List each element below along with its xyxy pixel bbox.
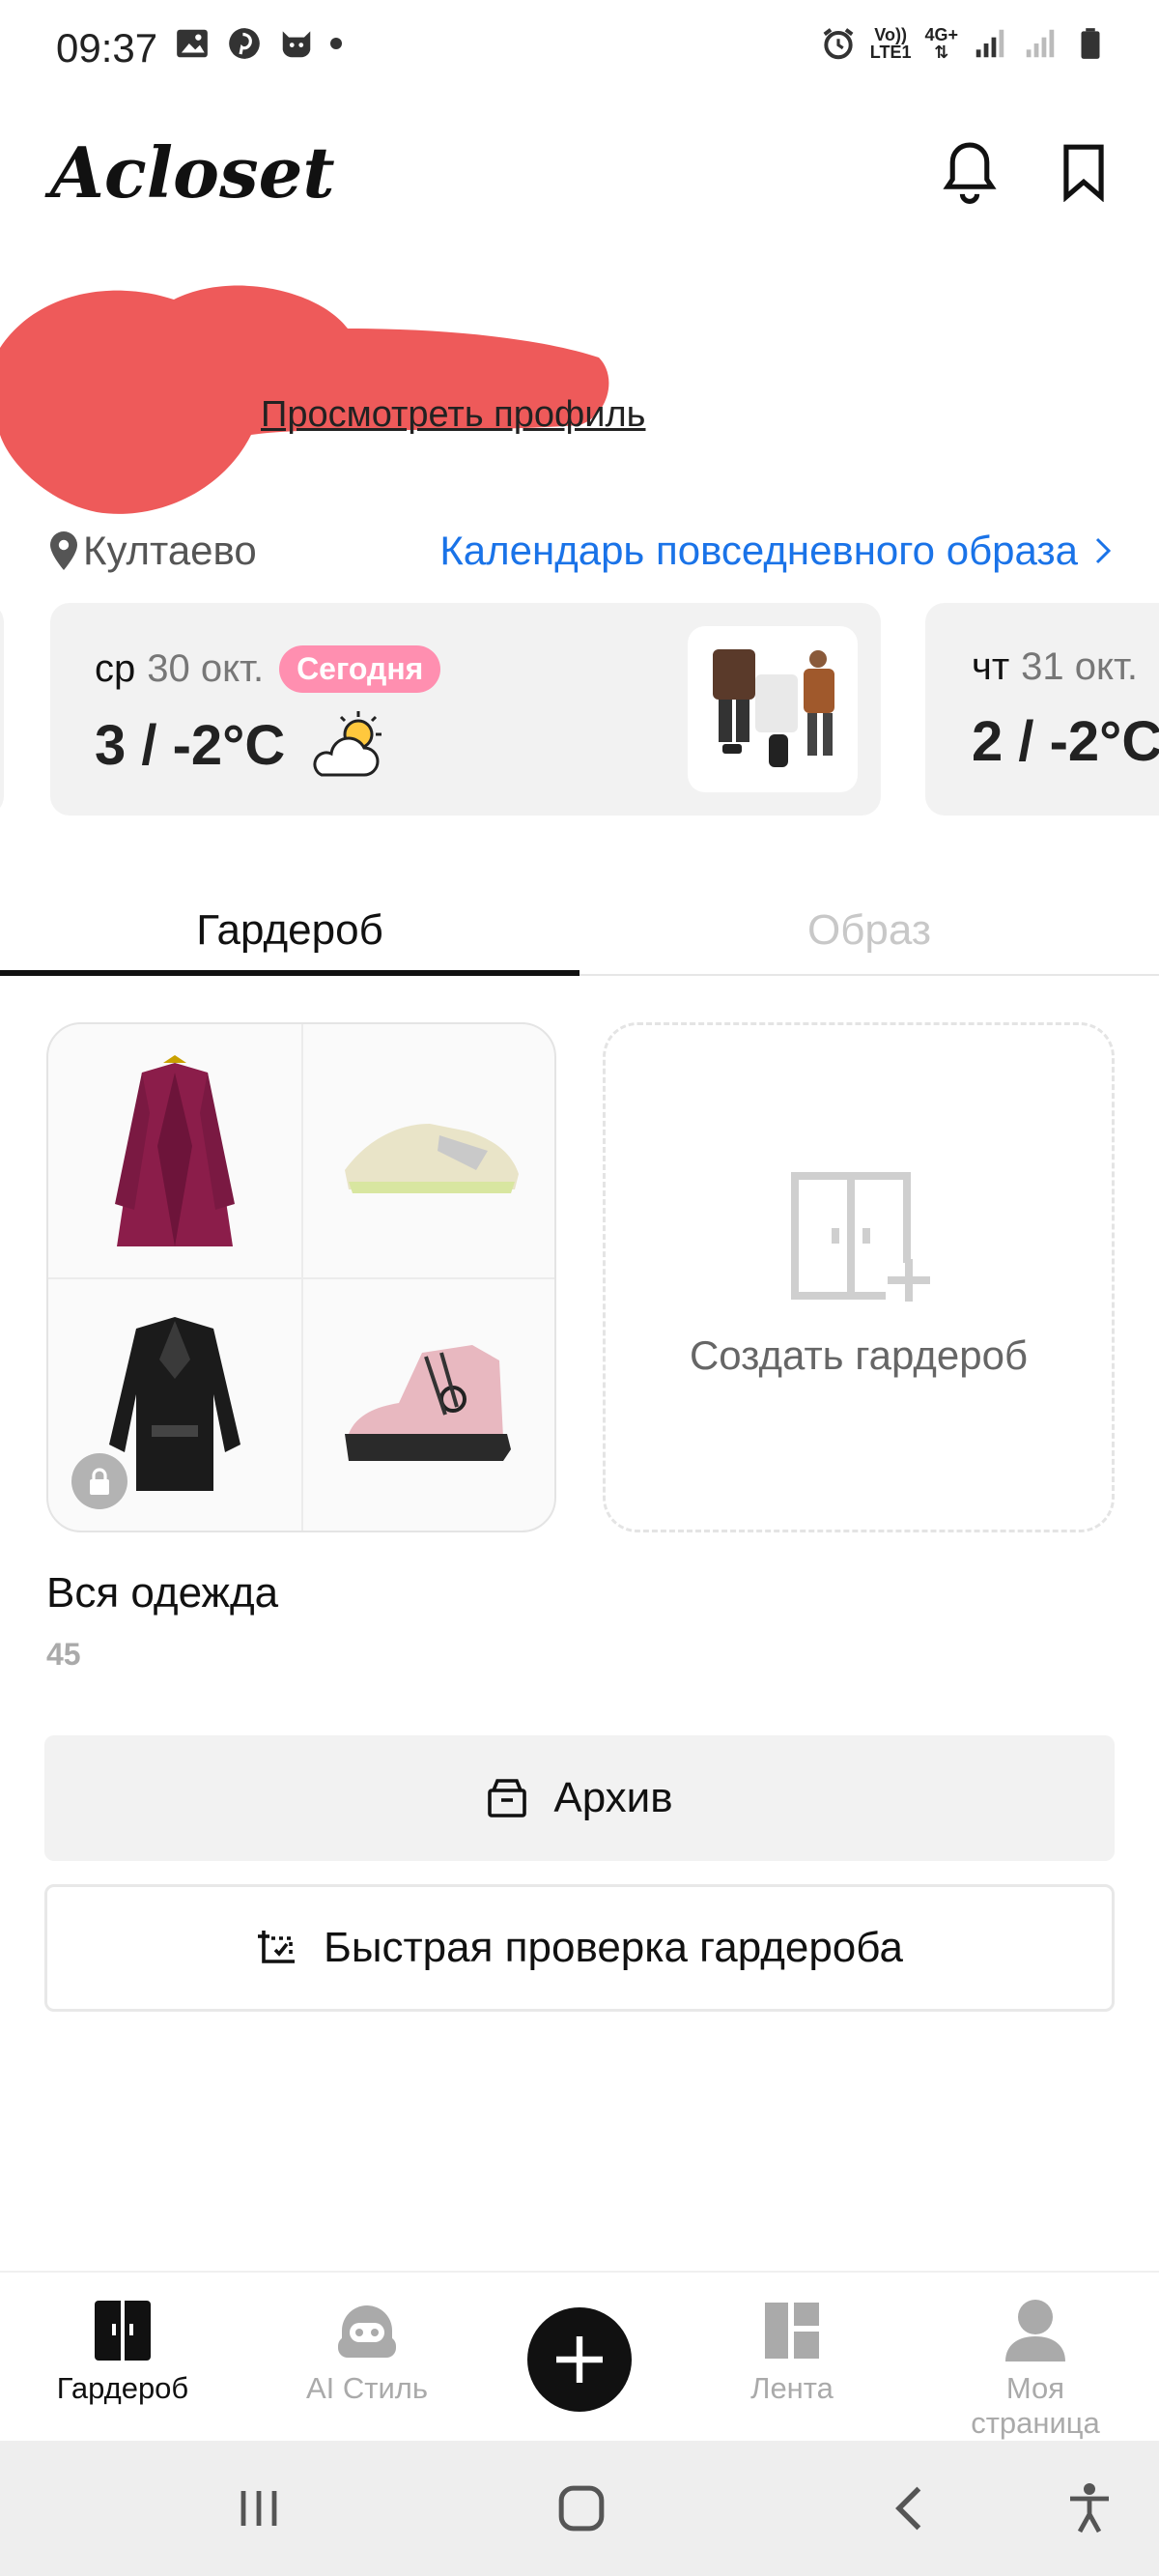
location-pin-icon [50,531,77,570]
location-row: Култаево Календарь повседневного образа [0,522,1159,580]
nav-feed-label: Лента [750,2371,834,2405]
clothing-thumbnail-high-top-sneaker [303,1279,554,1531]
recents-icon [240,2491,277,2526]
gallery-icon [177,29,208,58]
volte-indicator: Vo)) LTE1 [869,25,912,62]
accessibility-icon [1070,2483,1109,2533]
status-time: 09:37 [56,25,158,71]
weather-card-tomorrow[interactable]: чт 31 окт. 2 / -2°C [925,603,1159,816]
cat-icon [282,31,311,58]
notifications-button[interactable] [935,137,1004,207]
calendar-link-label: Календарь повседневного образа [439,528,1078,573]
lock-icon [71,1453,127,1509]
all-clothes-wardrobe-card[interactable] [46,1022,556,1532]
nav-wardrobe[interactable]: Гардероб [26,2294,219,2406]
system-navigation-bar [0,2441,1159,2576]
grid-divider [48,1277,554,1279]
signal-empty-icon [1026,29,1055,58]
location-city: Култаево [83,528,257,573]
person-icon [1005,2300,1065,2361]
status-notification-icons [174,25,342,62]
wardrobe-count: 45 [46,1637,81,1672]
home-button[interactable] [552,2479,610,2537]
nav-my-page[interactable]: Моя страница [939,2294,1132,2441]
app-header: Acloset [0,124,1159,230]
wardrobe-add-icon [791,1172,932,1302]
scan-icon [258,1931,296,1963]
create-wardrobe-card[interactable]: Создать гардероб [603,1022,1115,1532]
tab-outfit[interactable]: Образ [580,906,1159,955]
profile-section: Просмотреть профиль [0,251,1159,514]
wardrobe-title: Вся одежда [46,1569,279,1617]
outfit-thumbnail[interactable] [688,626,858,792]
clothing-thumbnail-sneakers [303,1024,554,1277]
weather-card-today[interactable]: ср 30 окт. Сегодня 3 / -2°C [50,603,881,816]
wardrobe-tabs: Гардероб Образ [0,889,1159,976]
wardrobe-icon [95,2301,151,2361]
feed-icon [765,2303,819,2359]
alarm-icon [823,28,854,60]
weather-date: ср 30 окт. Сегодня [95,645,441,693]
nav-ai-style[interactable]: AI Стиль [270,2294,464,2406]
create-wardrobe-label: Создать гардероб [689,1332,1029,1378]
clothing-thumbnail-coat [48,1024,301,1277]
partly-sunny-icon [313,711,382,777]
robot-icon [338,2305,396,2358]
app-logo: Acloset [50,131,335,214]
tab-wardrobe[interactable]: Гардероб [0,906,580,955]
location[interactable]: Култаево [50,528,257,574]
saved-button[interactable] [1049,137,1118,207]
back-icon [895,2486,921,2531]
archive-label: Архив [553,1774,673,1821]
chevron-right-icon [1095,537,1111,564]
nav-ai-style-label: AI Стиль [305,2371,429,2405]
archive-icon [488,1779,527,1818]
weather-date-next: чт 31 окт. [972,645,1138,688]
quick-check-label: Быстрая проверка гардероба [324,1924,903,1971]
status-system-icons: Vo)) LTE1 4G+ ⇅ [820,25,1109,62]
nav-my-page-label: Моя страница [971,2371,1100,2440]
recents-button[interactable] [230,2479,288,2537]
outfit-preview-image [713,649,834,767]
network-type-indicator: 4G+ ⇅ [924,25,958,62]
weather-temperature-next: 2 / -2°C [972,710,1159,773]
weather-card-previous[interactable] [0,603,4,816]
back-button[interactable] [879,2479,937,2537]
active-tab-indicator [0,970,580,976]
plus-icon [556,2336,603,2383]
accessibility-button[interactable] [1060,2479,1118,2537]
bookmark-icon [1063,144,1104,202]
add-item-button[interactable] [527,2307,632,2412]
quick-wardrobe-check-button[interactable]: Быстрая проверка гардероба [44,1884,1115,2012]
nav-wardrobe-label: Гардероб [56,2371,189,2405]
nav-feed[interactable]: Лента [695,2294,889,2406]
more-notifications-dot [330,38,342,49]
status-bar: 09:37 Vo)) LTE1 4G+ ⇅ [0,0,1159,93]
home-icon [558,2485,605,2532]
archive-button[interactable]: Архив [44,1735,1115,1861]
weather-carousel[interactable]: ср 30 окт. Сегодня 3 / -2°C чт 31 окт. 2… [0,603,1159,819]
bottom-navigation: Гардероб AI Стиль Лента Моя страница [0,2271,1159,2441]
signal-icon [975,29,1004,58]
today-badge: Сегодня [279,645,441,693]
bell-icon [943,142,997,204]
weather-temperature: 3 / -2°C [95,709,387,781]
battery-icon [1081,28,1100,59]
pinterest-icon [229,28,260,59]
outfit-calendar-link[interactable]: Календарь повседневного образа [439,528,1111,574]
view-profile-link[interactable]: Просмотреть профиль [261,394,645,436]
